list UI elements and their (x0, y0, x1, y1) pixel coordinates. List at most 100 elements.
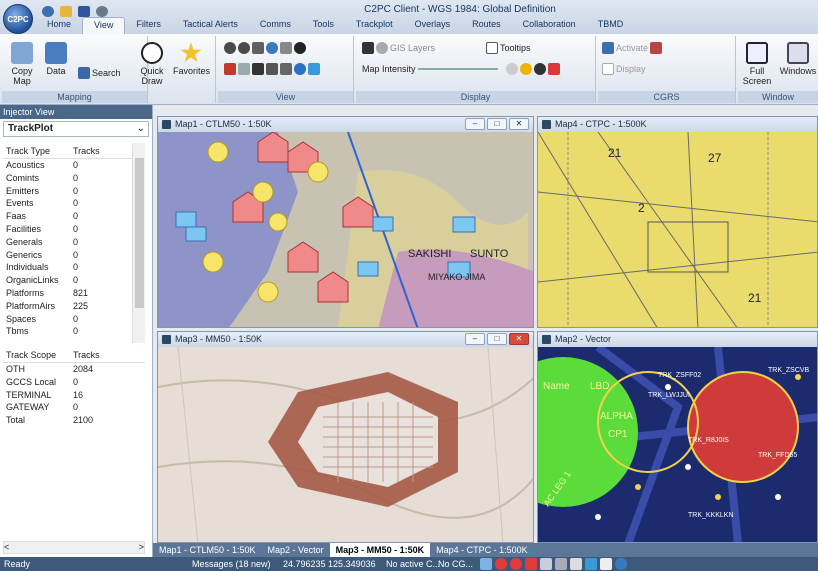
back-arrow-icon[interactable] (308, 63, 320, 75)
tab-comms[interactable]: Comms (249, 17, 302, 34)
table-row[interactable]: PlatformAirs 225 (3, 300, 145, 313)
zoom-out-icon[interactable] (224, 42, 236, 54)
grid-icon[interactable] (555, 558, 567, 570)
doc-tab-map1[interactable]: Map1 - CTLM50 - 1:50K (153, 543, 262, 557)
zoom-in-icon[interactable] (238, 42, 250, 54)
close-button[interactable]: ✕ (509, 333, 529, 345)
open-folder-icon[interactable] (60, 6, 72, 17)
table-row[interactable]: Individuals 0 (3, 261, 145, 274)
tab-tbmd[interactable]: TBMD (587, 17, 635, 34)
minimize-button[interactable]: – (465, 333, 485, 345)
table-row[interactable]: Events 0 (3, 197, 145, 210)
map4-window[interactable]: Map4 - CTPC - 1:500K 21 27 21 2 (537, 116, 818, 328)
gear-icon[interactable] (480, 558, 492, 570)
table-row[interactable]: Spaces 0 (3, 313, 145, 326)
doc-tab-map2[interactable]: Map2 - Vector (262, 543, 330, 557)
plus-icon[interactable] (506, 63, 518, 75)
table-row[interactable]: Generics 0 (3, 249, 145, 262)
clear-icon[interactable] (548, 63, 560, 75)
map3-window[interactable]: Map3 - MM50 - 1:50K – □ ✕ (157, 331, 534, 543)
scrollbar-thumb[interactable] (135, 158, 144, 308)
table-row[interactable]: Faas 0 (3, 210, 145, 223)
scale-icon[interactable] (570, 558, 582, 570)
pan-hand-icon[interactable] (280, 42, 292, 54)
map2-window[interactable]: Map2 - Vector Name LBD ALPHA CP1 AC LEG … (537, 331, 818, 543)
maximize-button[interactable]: □ (487, 118, 507, 130)
info-icon[interactable] (294, 63, 306, 75)
globe-icon[interactable] (42, 6, 54, 17)
table-row[interactable]: Total 2100 (3, 414, 145, 427)
minimize-button[interactable]: – (465, 118, 485, 130)
grid-icon[interactable] (238, 63, 250, 75)
map1-canvas[interactable]: SAKISHI SUNTO MIYAKO JIMA (158, 132, 533, 327)
delete-icon[interactable] (650, 42, 663, 54)
settings-icon[interactable] (96, 6, 108, 17)
tab-routes[interactable]: Routes (461, 17, 512, 34)
scale-icon[interactable] (252, 63, 264, 75)
activate-button[interactable]: Activate (602, 41, 663, 55)
search-button[interactable]: Search (78, 66, 121, 80)
map2-canvas[interactable]: Name LBD ALPHA CP1 AC LEG 1 TRK_ZSFF02 T… (538, 347, 817, 542)
horizontal-scrollbar[interactable]: < > (3, 541, 145, 554)
application-orb-button[interactable]: C2PC (3, 4, 33, 34)
gis-layers-control[interactable]: GIS Layers (362, 41, 435, 55)
map1-window[interactable]: Map1 - CTLM50 - 1:50K – □ ✕ SAKISHI SUNT… (157, 116, 534, 328)
full-screen-button[interactable]: Full Screen (740, 42, 774, 86)
doc-tab-map4[interactable]: Map4 - CTPC - 1:500K (430, 543, 534, 557)
zoom-window-icon[interactable] (252, 42, 264, 54)
alert-icon[interactable] (525, 558, 537, 570)
globe-icon[interactable] (615, 558, 627, 570)
tab-tools[interactable]: Tools (302, 17, 345, 34)
table-row[interactable]: OrganicLinks 0 (3, 274, 145, 287)
column-header[interactable]: Tracks (73, 143, 100, 158)
scale-bar-icon[interactable] (266, 63, 278, 75)
tab-overlays[interactable]: Overlays (404, 17, 462, 34)
column-header[interactable]: Tracks (73, 347, 100, 362)
table-row[interactable]: Tbms 0 (3, 325, 145, 338)
layers-icon[interactable] (224, 63, 236, 75)
overview-icon[interactable] (280, 63, 292, 75)
map4-titlebar[interactable]: Map4 - CTPC - 1:500K (538, 117, 817, 132)
table-row[interactable]: OTH 2084 (3, 363, 145, 376)
windows-button[interactable]: Windows (778, 42, 818, 76)
tab-trackplot[interactable]: Trackplot (345, 17, 404, 34)
favorites-button[interactable]: Favorites (173, 42, 210, 76)
table-row[interactable]: Facilities 0 (3, 223, 145, 236)
tab-tactical-alerts[interactable]: Tactical Alerts (172, 17, 249, 34)
crosshair-icon[interactable] (294, 42, 306, 54)
layers-icon[interactable] (540, 558, 552, 570)
globe-icon[interactable] (266, 42, 278, 54)
tab-home[interactable]: Home (36, 17, 82, 34)
map4-canvas[interactable]: 21 27 21 2 (538, 132, 817, 327)
table-row[interactable]: Emitters 0 (3, 185, 145, 198)
map3-titlebar[interactable]: Map3 - MM50 - 1:50K – □ ✕ (158, 332, 533, 347)
refresh-icon[interactable] (534, 63, 546, 75)
trackplot-dropdown[interactable]: TrackPlot ⌄ (3, 121, 149, 137)
table-row[interactable]: TERMINAL 16 (3, 389, 145, 402)
quick-draw-button[interactable]: Quick Draw (137, 42, 167, 86)
tab-view[interactable]: View (82, 17, 126, 34)
stop-icon[interactable] (495, 558, 507, 570)
map3-canvas[interactable] (158, 347, 533, 542)
tab-collaboration[interactable]: Collaboration (512, 17, 587, 34)
table-row[interactable]: Generals 0 (3, 236, 145, 249)
column-header[interactable]: Track Scope (3, 347, 73, 362)
back-arrow-icon[interactable] (585, 558, 597, 570)
status-messages[interactable]: Messages (18 new) (192, 557, 271, 571)
copy-map-button[interactable]: Copy Map (8, 42, 36, 86)
warning-icon[interactable] (520, 63, 532, 75)
record-icon[interactable] (510, 558, 522, 570)
table-row[interactable]: Comints 0 (3, 172, 145, 185)
data-button[interactable]: Data (42, 42, 70, 76)
doc-tab-map3[interactable]: Map3 - MM50 - 1:50K (329, 543, 431, 557)
table-row[interactable]: GCCS Local 0 (3, 376, 145, 389)
table-row[interactable]: GATEWAY 0 (3, 401, 145, 414)
vertical-scrollbar[interactable] (132, 143, 145, 343)
table-row[interactable]: Acoustics 0 (3, 159, 145, 172)
close-button[interactable]: ✕ (509, 118, 529, 130)
save-icon[interactable] (78, 6, 90, 17)
map-intensity-control[interactable]: Map Intensity (362, 62, 498, 76)
map1-titlebar[interactable]: Map1 - CTLM50 - 1:50K – □ ✕ (158, 117, 533, 132)
tab-filters[interactable]: Filters (125, 17, 172, 34)
map-intensity-slider[interactable] (417, 68, 498, 70)
